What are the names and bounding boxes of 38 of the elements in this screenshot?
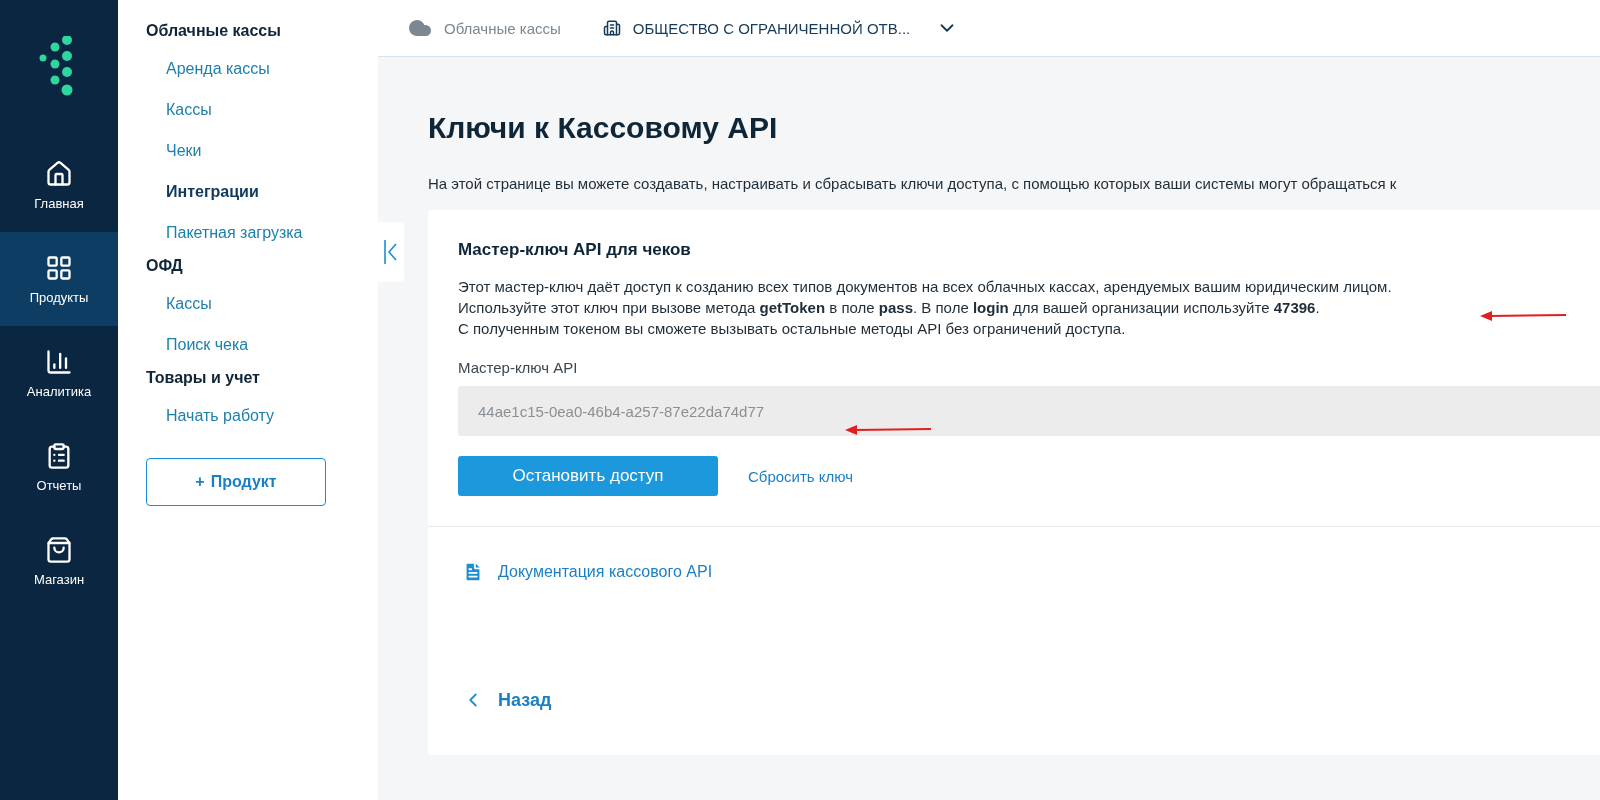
- section-title: Товары и учет: [146, 369, 261, 388]
- description-line: С полученным токеном вы сможете вызывать остальные методы API без ограничений доступа.: [458, 319, 1126, 339]
- nav-item[interactable]: Аналитика: [0, 326, 118, 420]
- menu-item[interactable]: Начать работу: [166, 407, 275, 425]
- bar-chart-icon: [45, 347, 73, 376]
- section-title: ОФД: [146, 257, 184, 276]
- menu-item[interactable]: Кассы: [166, 101, 212, 119]
- page-title: Ключи к Кассовому API: [428, 111, 779, 145]
- stop-access-button[interactable]: Остановить доступ: [458, 456, 718, 496]
- nav-item[interactable]: Магазин: [0, 514, 118, 608]
- collapse-icon: [383, 238, 399, 266]
- menu-item[interactable]: Кассы: [166, 295, 212, 313]
- description-line: Этот мастер-ключ даёт доступ к созданию всех типов документов на всех облачных кассах, арендуемых вашим юридическим лицом.: [458, 277, 1392, 297]
- grid-icon: [45, 253, 73, 282]
- organization-name: ОБЩЕСТВО С ОГРАНИЧЕННОЙ ОТВ...: [632, 19, 911, 37]
- building-icon: [602, 19, 621, 37]
- field-label: Мастер-ключ API: [458, 359, 578, 376]
- menu-item[interactable]: Аренда кассы: [166, 60, 270, 78]
- nav-item[interactable]: Главная: [0, 138, 118, 232]
- menu-item[interactable]: Интеграции: [166, 183, 259, 201]
- shopping-bag-icon: [45, 535, 73, 564]
- add-product-button[interactable]: + Продукт: [146, 458, 326, 506]
- back-link[interactable]: Назад: [498, 689, 552, 711]
- card-title: Мастер-ключ API для чеков: [458, 240, 692, 260]
- api-key-field[interactable]: 44ae1c15-0ea0-46b4-a257-87e22da74d77: [458, 386, 1600, 436]
- documentation-link[interactable]: Документация кассового API: [498, 563, 713, 581]
- home-icon: [45, 159, 73, 188]
- reset-key-link[interactable]: Сбросить ключ: [748, 467, 854, 485]
- section-title: Облачные кассы: [146, 22, 282, 41]
- nav-item[interactable]: Отчеты: [0, 420, 118, 514]
- menu-item[interactable]: Пакетная загрузка: [166, 224, 303, 242]
- menu-item[interactable]: Поиск чека: [166, 336, 249, 354]
- service-name: Облачные кассы: [444, 19, 561, 37]
- menu-item[interactable]: Чеки: [166, 142, 202, 160]
- collapse-sidebar-button[interactable]: [378, 222, 404, 282]
- page-description: На этой странице вы можете создавать, настраивать и сбрасывать ключи доступа, с помощью которых ваши системы могут обращаться к: [428, 175, 1398, 192]
- nav-item[interactable]: Продукты: [0, 232, 118, 326]
- description-line: Используйте этот ключ при вызове метода getToken в поле pass. В поле login для вашей организации используйте 47396.: [458, 298, 1320, 318]
